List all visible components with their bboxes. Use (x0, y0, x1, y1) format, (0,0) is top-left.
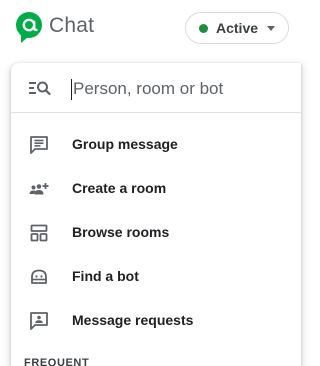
menu-item-label: Message requests (72, 312, 194, 328)
group-message-icon (30, 136, 48, 154)
filter-search-icon (29, 81, 51, 96)
browse-rooms-icon (30, 224, 48, 242)
menu-item-label: Group message (72, 136, 178, 152)
text-cursor (71, 79, 72, 100)
search-row (11, 63, 301, 113)
status-indicator-icon (199, 24, 208, 33)
menu-item-find-bot[interactable]: Find a bot (11, 255, 301, 299)
top-bar: Chat Active (0, 0, 289, 56)
new-chat-panel: Group message Create a room Browse rooms… (11, 63, 301, 366)
menu-item-label: Browse rooms (72, 224, 170, 240)
menu-item-browse-rooms[interactable]: Browse rooms (11, 211, 301, 255)
message-requests-icon (30, 312, 48, 330)
status-label: Active (216, 20, 259, 36)
menu-item-group-message[interactable]: Group message (11, 123, 301, 167)
chat-logo-icon (16, 12, 42, 43)
status-dropdown-button[interactable]: Active (185, 12, 289, 44)
menu-item-message-requests[interactable]: Message requests (11, 299, 301, 343)
section-label-frequent: FREQUENT (24, 357, 90, 366)
menu-item-label: Create a room (72, 180, 167, 196)
search-input[interactable] (70, 76, 280, 102)
chevron-down-icon (267, 26, 275, 31)
create-room-icon (29, 183, 49, 195)
menu-item-create-room[interactable]: Create a room (11, 167, 301, 211)
bot-icon (31, 269, 47, 284)
app-title: Chat (49, 14, 95, 37)
menu-item-label: Find a bot (72, 268, 139, 284)
